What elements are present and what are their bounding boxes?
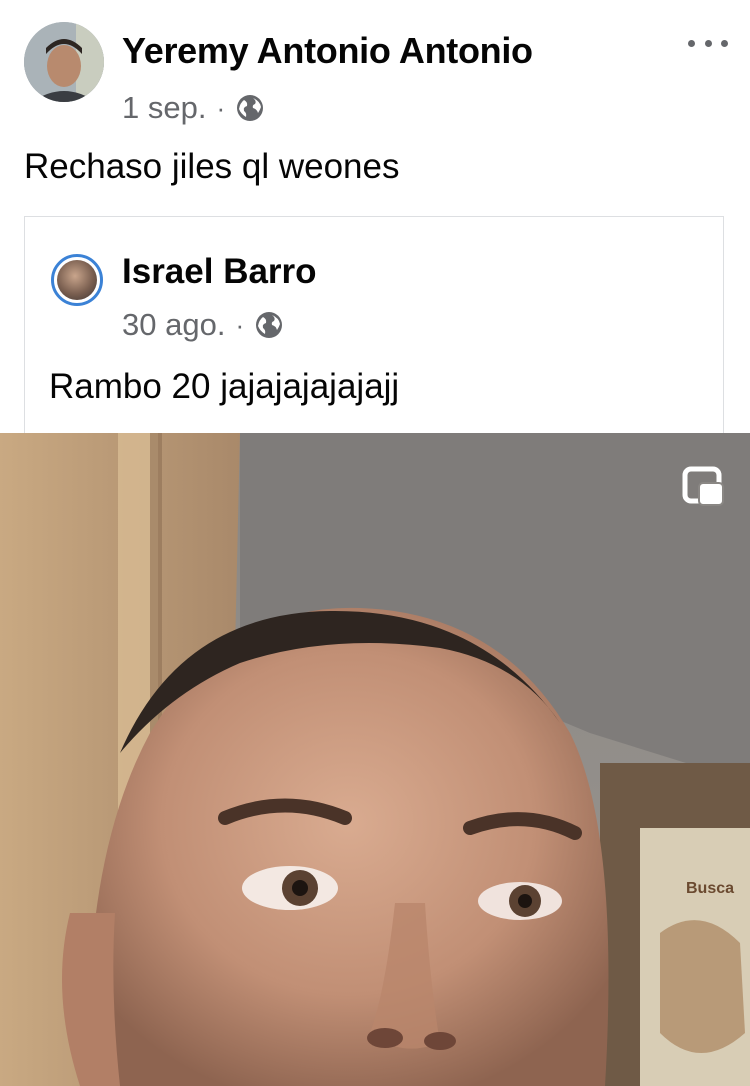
shared-post-card[interactable]: Israel Barro 30 ago. · Rambo 20 jajajaja… <box>24 216 724 446</box>
avatar-photo <box>24 22 104 102</box>
author-avatar[interactable] <box>24 22 104 102</box>
post-text: Rechaso jiles ql weones <box>24 147 400 186</box>
picture-in-picture-icon <box>682 466 724 506</box>
shared-post-text: Rambo 20 jajajajajajajj <box>49 367 400 406</box>
poster-text: Busca <box>686 880 734 897</box>
shared-author-name[interactable]: Israel Barro <box>122 252 317 292</box>
meta-separator: · <box>235 309 245 340</box>
more-horizontal-icon-dot <box>688 39 695 47</box>
globe-icon <box>256 312 283 338</box>
globe-icon <box>237 95 264 121</box>
author-name[interactable]: Yeremy Antonio Antonio <box>122 30 533 72</box>
post-date[interactable]: 1 sep. <box>122 90 206 126</box>
shared-author-avatar[interactable] <box>51 254 103 306</box>
more-options-button[interactable] <box>688 28 728 58</box>
shared-post-meta: 30 ago. · <box>122 305 284 345</box>
post-header: Yeremy Antonio Antonio 1 sep. · <box>0 0 750 140</box>
video-frame: Busca <box>0 433 750 1086</box>
more-horizontal-icon-dot <box>721 39 728 47</box>
more-horizontal-icon-dot <box>704 39 712 47</box>
video-player[interactable]: Busca <box>0 433 750 1086</box>
post-meta: 1 sep. · <box>122 88 265 128</box>
shared-avatar-photo <box>57 260 97 300</box>
meta-separator: · <box>216 92 226 123</box>
picture-in-picture-button[interactable] <box>682 466 724 506</box>
shared-post-date[interactable]: 30 ago. <box>122 307 225 343</box>
